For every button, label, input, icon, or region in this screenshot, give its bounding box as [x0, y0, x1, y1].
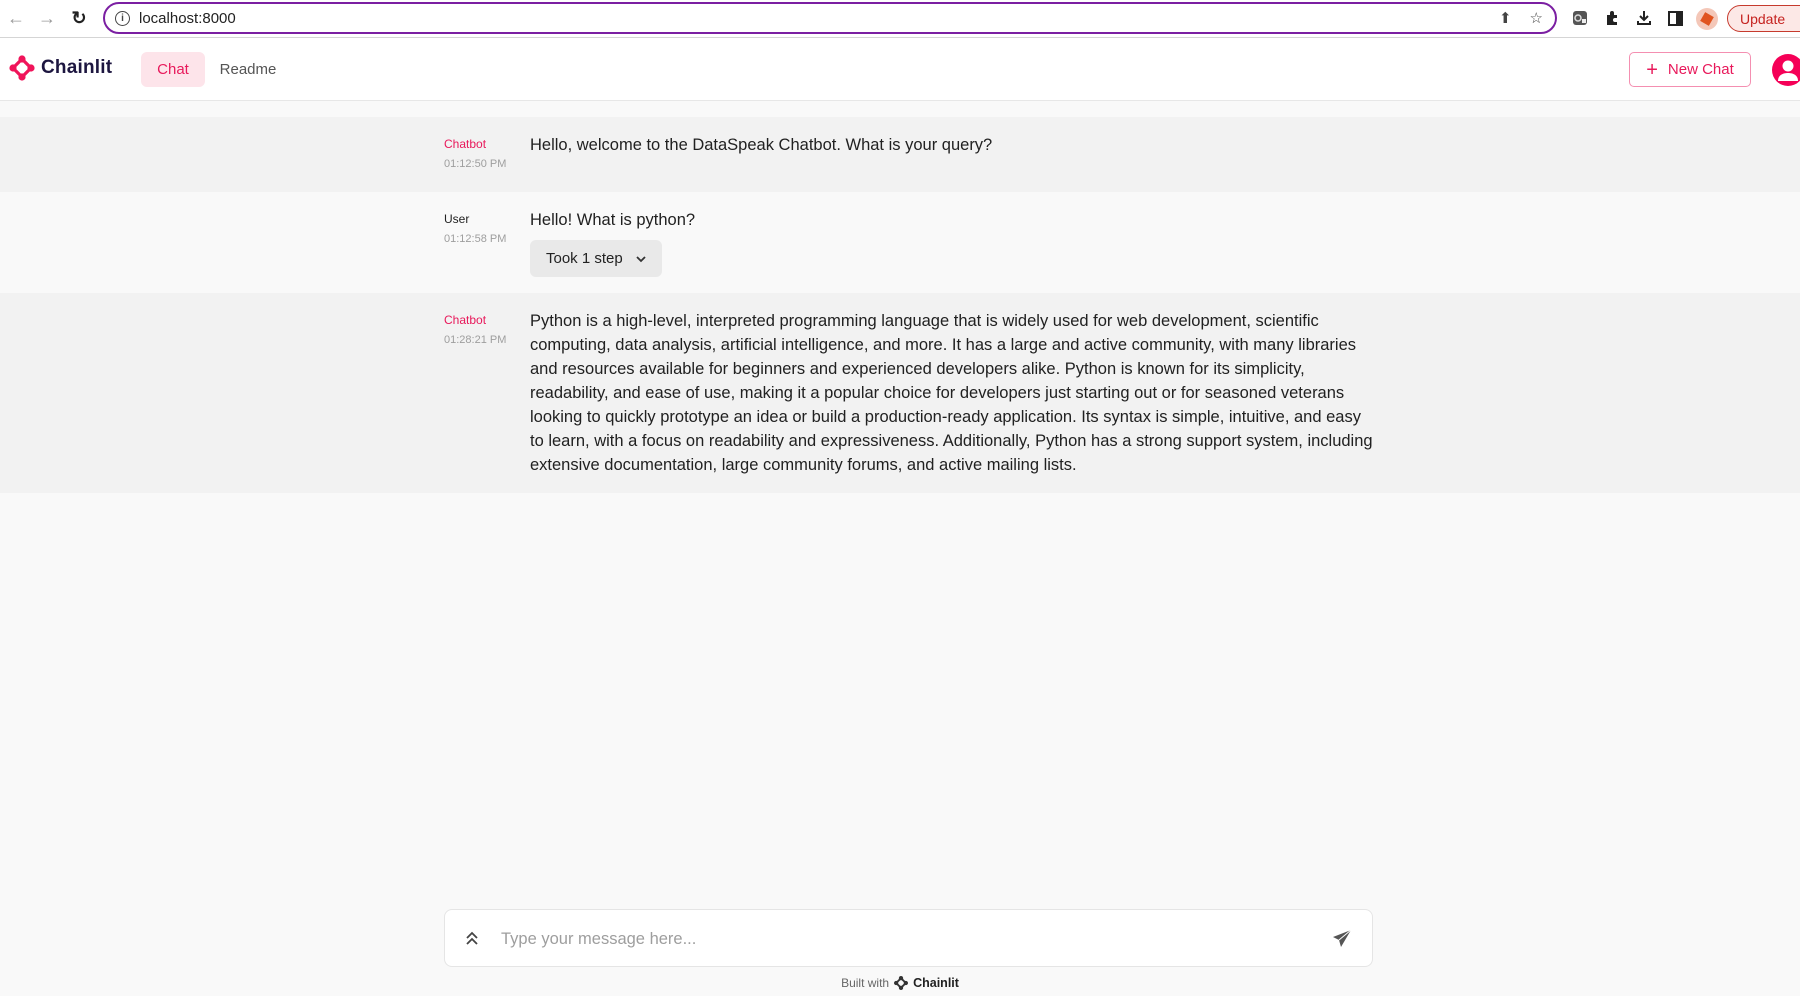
message-content: Hello! What is python? — [530, 211, 696, 229]
message-author: Chatbot — [444, 313, 487, 327]
tab-readme[interactable]: Readme — [210, 52, 286, 87]
message-content: Hello, welcome to the DataSpeak Chatbot.… — [530, 136, 993, 154]
send-icon[interactable] — [1332, 929, 1352, 949]
message-input[interactable] — [501, 922, 1301, 956]
extension-icon[interactable] — [1570, 8, 1590, 28]
footer-brand[interactable]: Chainlit — [913, 976, 959, 990]
new-chat-label: New Chat — [1667, 61, 1734, 78]
plus-icon: + — [1646, 58, 1658, 81]
logo[interactable]: Chainlit — [9, 55, 112, 81]
download-icon[interactable] — [1634, 8, 1654, 28]
chainlit-logo-icon — [9, 55, 35, 81]
reload-icon[interactable]: ↻ — [68, 7, 90, 29]
chevrons-up-icon[interactable] — [464, 928, 480, 948]
app-header: Chainlit Chat Readme + New Chat — [0, 38, 1800, 101]
address-bar[interactable]: i localhost:8000 ⬆ ☆ — [103, 2, 1557, 34]
browser-toolbar: ← → ↻ i localhost:8000 ⬆ ☆ Update — [0, 0, 1800, 38]
forward-arrow-icon[interactable]: → — [36, 7, 58, 29]
message-author: User — [444, 212, 470, 226]
message-row: Chatbot 01:28:21 PM Python is a high-lev… — [0, 293, 1800, 493]
profile-icon[interactable] — [1696, 8, 1718, 30]
site-info-icon[interactable]: i — [115, 10, 130, 26]
chevron-down-icon — [636, 255, 646, 262]
built-with-label: Built with — [841, 976, 890, 990]
new-chat-button[interactable]: + New Chat — [1629, 52, 1751, 87]
sidebar-icon[interactable] — [1665, 8, 1685, 28]
message-composer — [444, 909, 1373, 967]
message-time: 01:12:50 PM — [444, 158, 507, 170]
message-author: Chatbot — [444, 137, 487, 151]
user-avatar[interactable] — [1772, 54, 1800, 86]
message-row: User 01:12:58 PM Hello! What is python? … — [0, 192, 1800, 293]
brand-name: Chainlit — [41, 57, 113, 78]
url-text[interactable]: localhost:8000 — [139, 10, 236, 27]
chainlit-logo-icon — [894, 976, 909, 990]
user-icon — [1778, 60, 1798, 81]
steps-toggle-button[interactable]: Took 1 step — [530, 240, 662, 277]
message-time: 01:12:58 PM — [444, 233, 507, 245]
message-content: Python is a high-level, interpreted prog… — [530, 312, 1373, 474]
puzzle-icon[interactable] — [1602, 8, 1622, 28]
footer: Built with Chainlit — [0, 976, 1800, 990]
tab-chat[interactable]: Chat — [141, 52, 205, 87]
message-row: Chatbot 01:12:50 PM Hello, welcome to th… — [0, 117, 1800, 192]
message-time: 01:28:21 PM — [444, 334, 507, 346]
steps-label: Took 1 step — [546, 250, 623, 267]
bookmark-star-icon[interactable]: ☆ — [1530, 9, 1543, 27]
update-button[interactable]: Update — [1727, 5, 1800, 32]
share-icon[interactable]: ⬆ — [1499, 9, 1512, 27]
back-arrow-icon[interactable]: ← — [5, 7, 27, 29]
